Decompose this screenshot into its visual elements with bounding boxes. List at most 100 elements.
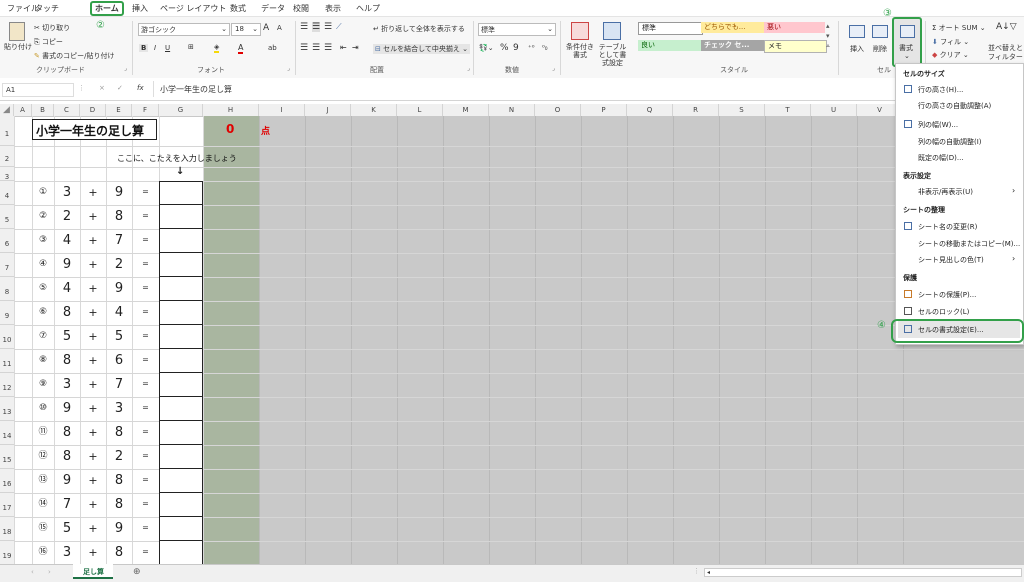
delete-cells-icon[interactable] bbox=[872, 25, 888, 38]
add-sheet-button[interactable]: ⊕ bbox=[133, 567, 141, 577]
fill-color-icon[interactable]: ◈ bbox=[214, 43, 220, 53]
tab-formulas[interactable]: 数式 bbox=[230, 3, 246, 14]
column-header[interactable]: U bbox=[811, 104, 857, 116]
align-right-icon[interactable]: ☰ bbox=[324, 43, 332, 53]
italic-button[interactable]: I bbox=[154, 44, 156, 52]
menu-rename-sheet[interactable]: シート名の変更(R) bbox=[918, 222, 977, 232]
row-header[interactable]: 3 bbox=[0, 167, 14, 181]
underline-button[interactable]: U bbox=[165, 44, 170, 52]
confirm-entry-button[interactable]: ✓ bbox=[117, 84, 123, 92]
column-header[interactable]: F bbox=[132, 104, 159, 116]
menu-column-autofit[interactable]: 列の幅の自動調整(I) bbox=[918, 137, 982, 147]
conditional-format-icon[interactable] bbox=[571, 22, 589, 40]
align-bottom-icon[interactable]: ☰ bbox=[324, 22, 332, 32]
menu-hide-unhide[interactable]: 非表示/再表示(U) bbox=[918, 187, 973, 197]
tab-insert[interactable]: 挿入 bbox=[132, 3, 148, 14]
cut-button[interactable]: ✂ 切り取り bbox=[34, 23, 70, 33]
table-format-icon[interactable] bbox=[603, 22, 621, 40]
menu-row-height[interactable]: 行の高さ(H)... bbox=[918, 85, 963, 95]
tab-home[interactable]: ホーム bbox=[90, 1, 124, 16]
number-format-select[interactable]: 標準 ⌄ bbox=[478, 23, 556, 36]
column-header[interactable]: T bbox=[765, 104, 811, 116]
increase-decimal-icon[interactable]: ⁺⁰ bbox=[528, 44, 535, 52]
column-header[interactable]: P bbox=[581, 104, 627, 116]
percent-button[interactable]: % bbox=[500, 43, 509, 53]
font-size-select[interactable]: 18 ⌄ bbox=[231, 23, 261, 36]
row-header[interactable]: 11 bbox=[0, 349, 14, 373]
column-header[interactable]: A bbox=[14, 104, 32, 116]
alignment-launcher-icon[interactable]: ⌟ bbox=[467, 65, 470, 72]
row-header[interactable]: 5 bbox=[0, 205, 14, 229]
grow-font-button[interactable]: A bbox=[263, 23, 269, 33]
column-header[interactable]: S bbox=[719, 104, 765, 116]
menu-tab-color[interactable]: シート見出しの色(T) bbox=[918, 255, 984, 265]
style-good[interactable]: 良い bbox=[638, 40, 701, 51]
row-header[interactable]: 7 bbox=[0, 253, 14, 277]
delete-cells-button[interactable]: 削除 bbox=[873, 44, 887, 54]
row-header[interactable]: 10 bbox=[0, 325, 14, 349]
column-header[interactable]: C bbox=[54, 104, 80, 116]
row-header[interactable]: 2 bbox=[0, 146, 14, 167]
column-header[interactable]: G bbox=[159, 104, 203, 116]
column-header[interactable]: B bbox=[32, 104, 54, 116]
row-header[interactable]: 19 bbox=[0, 541, 14, 565]
row-header[interactable]: 8 bbox=[0, 277, 14, 301]
formula-input[interactable]: 小学一年生の足し算 bbox=[160, 84, 232, 95]
format-cells-button[interactable]: 書式 ⌄ bbox=[892, 17, 922, 67]
align-top-icon[interactable]: ☰ bbox=[300, 22, 308, 32]
comma-button[interactable]: 9 bbox=[513, 43, 519, 53]
format-as-table-button[interactable]: テーブルとして書式設定 bbox=[596, 43, 629, 67]
tab-review[interactable]: 校閲 bbox=[293, 3, 309, 14]
column-header[interactable]: R bbox=[673, 104, 719, 116]
wrap-text-button[interactable]: ↵ 折り返して全体を表示する bbox=[373, 24, 465, 34]
menu-protect-sheet[interactable]: シートの保護(P)... bbox=[918, 290, 976, 300]
next-sheet-icon[interactable]: › bbox=[48, 568, 51, 576]
orientation-icon[interactable]: ⟋ bbox=[336, 22, 342, 32]
autosum-button[interactable]: Σ オート SUM ⌄ bbox=[932, 23, 986, 33]
style-normal[interactable]: 標準 bbox=[638, 22, 703, 35]
select-all-corner[interactable]: ◢ bbox=[0, 104, 14, 116]
scroll-left-icon[interactable]: ◂ bbox=[707, 569, 710, 576]
row-header[interactable]: 1 bbox=[0, 116, 14, 146]
row-header[interactable]: 14 bbox=[0, 421, 14, 445]
row-header[interactable]: 12 bbox=[0, 373, 14, 397]
menu-column-width[interactable]: 列の幅(W)... bbox=[918, 120, 958, 130]
border-icon[interactable]: ⊞ bbox=[188, 43, 194, 51]
column-header[interactable]: Q bbox=[627, 104, 673, 116]
tab-help[interactable]: ヘルプ bbox=[356, 3, 380, 14]
decrease-decimal-icon[interactable]: ⁰₀ bbox=[542, 44, 548, 52]
style-bad[interactable]: 悪い bbox=[764, 22, 825, 33]
font-color-button[interactable]: A bbox=[238, 43, 244, 54]
column-header[interactable]: O bbox=[535, 104, 581, 116]
cancel-entry-button[interactable]: × bbox=[99, 84, 105, 92]
increase-indent-icon[interactable]: ⇥ bbox=[352, 43, 359, 52]
number-launcher-icon[interactable]: ⌟ bbox=[552, 65, 555, 72]
prev-sheet-icon[interactable]: ‹ bbox=[31, 568, 34, 576]
paste-button[interactable]: 貼り付け bbox=[4, 42, 32, 52]
conditional-format-button[interactable]: 条件付き書式 bbox=[565, 43, 595, 59]
tab-data[interactable]: データ bbox=[261, 3, 285, 14]
insert-cells-button[interactable]: 挿入 bbox=[850, 44, 864, 54]
column-header[interactable]: J bbox=[305, 104, 351, 116]
clear-button[interactable]: ◆ クリア ⌄ bbox=[932, 50, 969, 60]
column-header[interactable]: K bbox=[351, 104, 397, 116]
column-header[interactable]: H bbox=[203, 104, 259, 116]
tab-view[interactable]: 表示 bbox=[325, 3, 341, 14]
column-header[interactable]: D bbox=[80, 104, 106, 116]
font-launcher-icon[interactable]: ⌟ bbox=[287, 65, 290, 72]
row-header[interactable]: 18 bbox=[0, 517, 14, 541]
row-header[interactable]: 17 bbox=[0, 493, 14, 517]
style-neutral[interactable]: どちらでも... bbox=[701, 22, 764, 33]
paste-icon[interactable] bbox=[9, 22, 25, 41]
font-name-select[interactable]: 游ゴシック ⌄ bbox=[138, 23, 230, 36]
insert-function-button[interactable]: fx bbox=[137, 84, 144, 92]
menu-default-width[interactable]: 既定の幅(D)... bbox=[918, 153, 964, 163]
align-middle-icon[interactable]: ☰ bbox=[312, 22, 321, 32]
horizontal-scrollbar[interactable]: ◂ bbox=[704, 568, 1022, 577]
sheet-tab-active[interactable]: 足し算 bbox=[73, 564, 113, 579]
format-painter-button[interactable]: ✎ 書式のコピー/貼り付け bbox=[34, 51, 114, 61]
phonetic-button[interactable]: ab bbox=[268, 44, 277, 52]
currency-icon[interactable]: 💱⌄ bbox=[479, 44, 494, 52]
name-box[interactable]: A1 bbox=[2, 83, 74, 97]
tab-page-layout[interactable]: ページ レイアウト bbox=[160, 3, 226, 14]
